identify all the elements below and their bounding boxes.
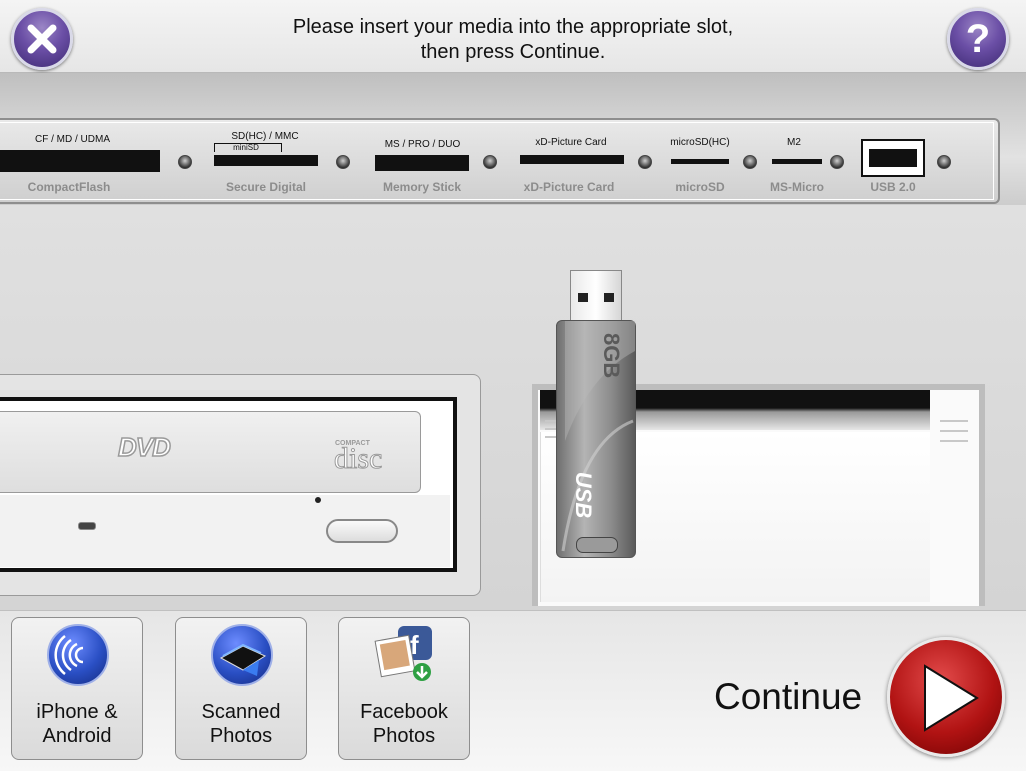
usb-port-tongue (869, 149, 917, 167)
scanned-photos-label-line-1: Scanned (201, 701, 281, 723)
usb-brand-label: USB (571, 471, 597, 519)
dvd-eject-button[interactable] (326, 519, 398, 543)
usb-stick-connector (570, 270, 622, 326)
instruction-line-2: then press Continue. (420, 41, 606, 63)
scanner-icon (211, 624, 273, 686)
iphone-android-button[interactable]: iPhone & Android (11, 617, 143, 760)
slot-top-label-xd: xD-Picture Card (535, 137, 607, 148)
facebook-photos-label: Facebook Photos (339, 700, 469, 748)
dvd-emergency-eject-hole (315, 497, 321, 503)
slot-name-usb: USB 2.0 (870, 180, 916, 194)
continue-label[interactable]: Continue (714, 676, 862, 718)
scanned-photos-label-line-2: Photos (209, 725, 273, 747)
usb-stick-lanyard-hole (576, 537, 618, 553)
ms-micro-led (830, 155, 844, 169)
wireless-icon (47, 624, 109, 686)
memory-stick-slot[interactable] (375, 155, 469, 171)
scanned-photos-label: Scanned Photos (176, 700, 306, 748)
slot-name-xd: xD-Picture Card (523, 180, 615, 194)
facebook-photos-icon: f (374, 624, 436, 686)
iphone-android-label-line-1: iPhone & (36, 701, 118, 723)
ms-micro-slot[interactable] (772, 159, 822, 164)
help-icon: ? (965, 16, 991, 61)
xd-slot[interactable] (520, 155, 624, 164)
slot-name-ms-micro: MS-Micro (770, 180, 824, 194)
slot-top-label-sd: SD(HC) / MMC (231, 131, 299, 142)
facebook-photos-label-line-2: Photos (372, 725, 436, 747)
xd-led (638, 155, 652, 169)
slot-top-label-microsd: microSD(HC) (670, 137, 730, 148)
dvd-activity-led (78, 522, 96, 530)
bottom-bar (0, 610, 1026, 771)
vent-line (940, 440, 968, 442)
usb-connector-hole (578, 293, 588, 302)
usb-connector-hole (604, 293, 614, 302)
compactflash-slot[interactable] (0, 150, 160, 172)
scanned-photos-button[interactable]: Scanned Photos (175, 617, 307, 760)
vent-line (940, 420, 968, 422)
usb-capacity-label: 8GB (599, 333, 624, 379)
sd-led (336, 155, 350, 169)
slot-name-sd: Secure Digital (225, 180, 307, 194)
instruction-text: Please insert your media into the approp… (200, 15, 826, 65)
wireless-waves (54, 635, 84, 675)
iphone-android-label-line-2: Android (42, 725, 112, 747)
slot-top-label-compactflash: CF / MD / UDMA (35, 134, 110, 145)
slot-name-microsd: microSD (675, 180, 725, 194)
close-icon (27, 24, 57, 54)
play-arrow-icon (924, 664, 979, 732)
compactflash-led (178, 155, 192, 169)
usb-port[interactable] (861, 139, 925, 177)
facebook-photos-button[interactable]: f Facebook Photos (338, 617, 470, 760)
help-button[interactable]: ? (947, 8, 1009, 70)
dvd-logo: DVD (117, 431, 171, 463)
close-button[interactable] (11, 8, 73, 70)
usb-stick-illustration (556, 320, 636, 558)
facebook-photos-glyph: f (374, 626, 432, 681)
usb-led (937, 155, 951, 169)
facebook-photos-label-line-1: Facebook (360, 701, 448, 723)
vent-line (940, 430, 968, 432)
iphone-android-label: iPhone & Android (12, 700, 142, 748)
scanner-glyph (219, 643, 267, 676)
continue-button[interactable] (887, 637, 1005, 757)
slot-name-compactflash: CompactFlash (27, 180, 111, 194)
slot-top-label-memory-stick: MS / PRO / DUO (384, 139, 461, 150)
slot-sub-label-minisd: miniSD (233, 143, 259, 152)
slot-top-label-m2: M2 (787, 137, 801, 148)
slot-name-memory-stick: Memory Stick (382, 180, 462, 194)
compact-disc-logo: disc (333, 442, 383, 476)
microsd-slot[interactable] (671, 159, 729, 164)
dvd-tray: DVD COMPACT disc (0, 411, 421, 493)
microsd-led (743, 155, 757, 169)
sd-slot[interactable] (214, 155, 318, 166)
memory-stick-led (483, 155, 497, 169)
instruction-line-1: Please insert your media into the approp… (292, 16, 734, 38)
